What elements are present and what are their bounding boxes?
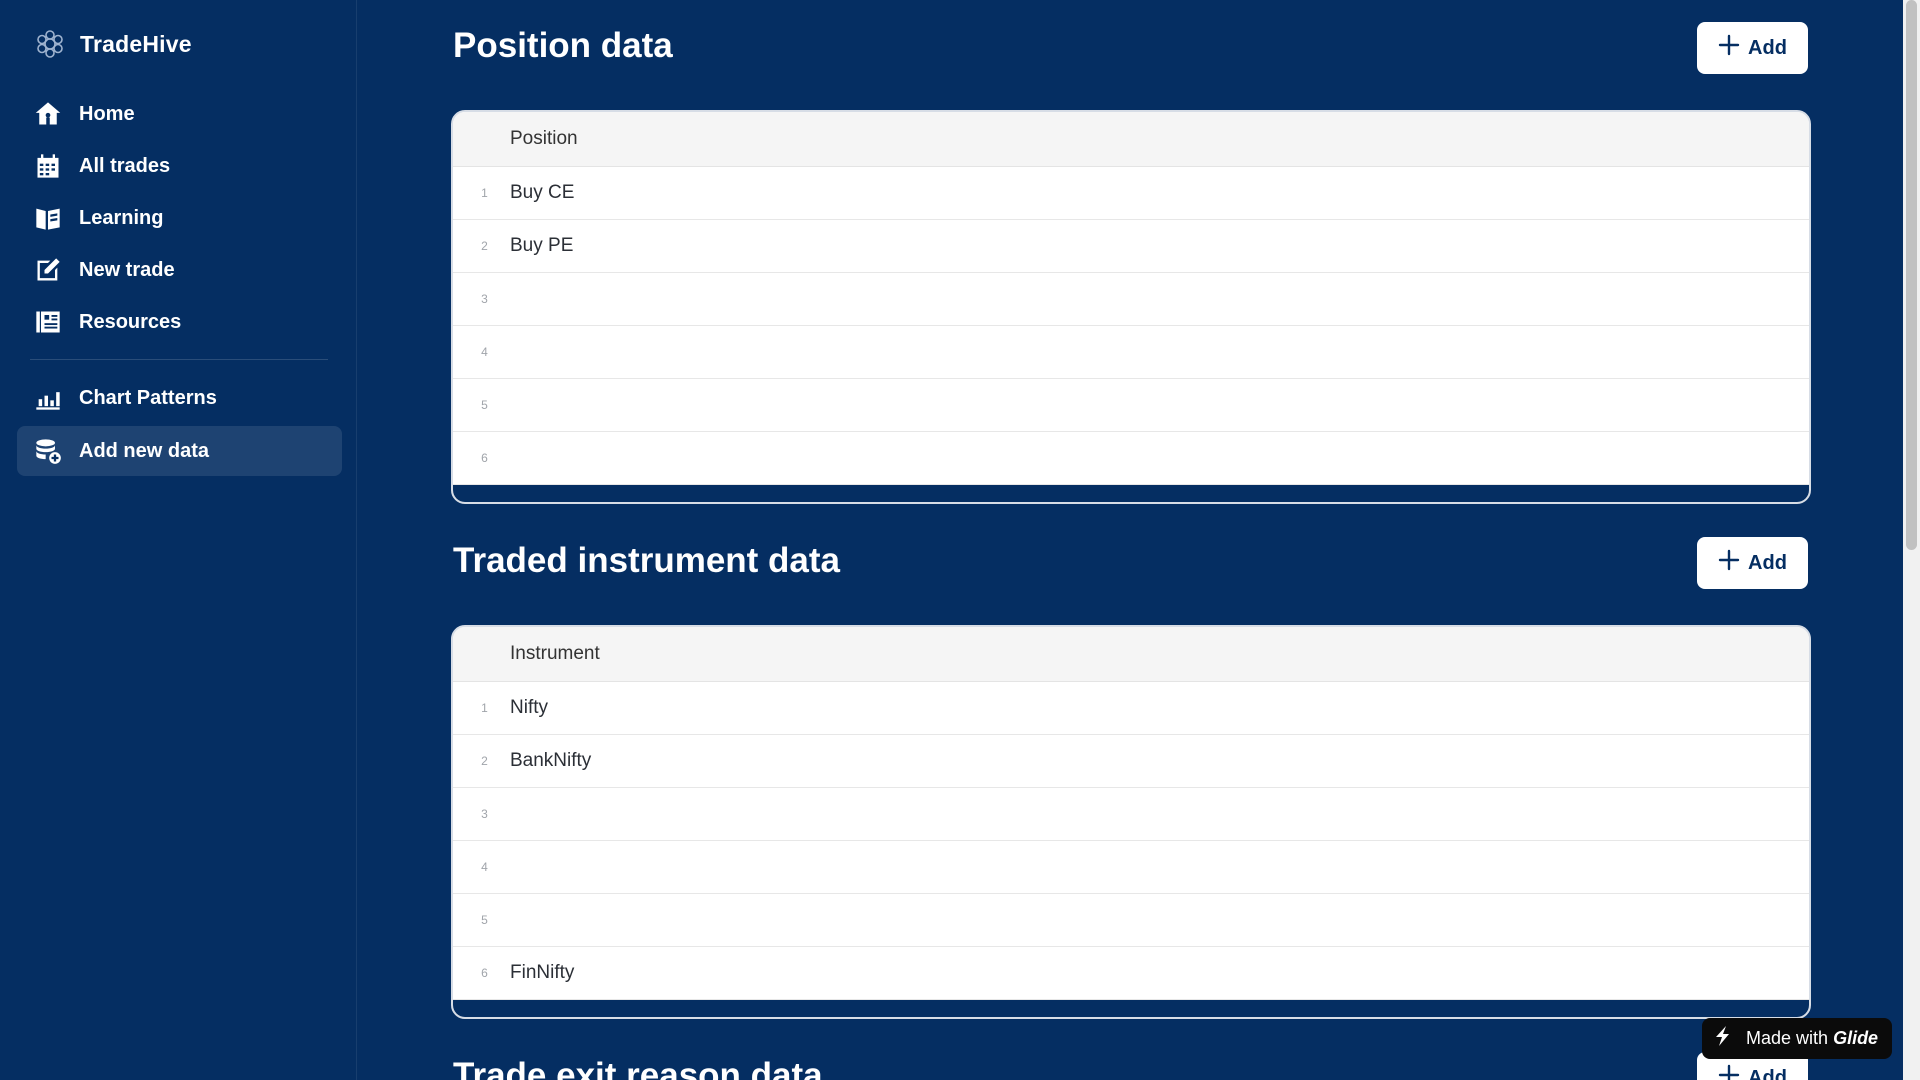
- scrollbar-thumb[interactable]: [1906, 0, 1917, 550]
- add-position-button[interactable]: Add: [1697, 22, 1808, 74]
- brand[interactable]: TradeHive: [34, 26, 192, 62]
- section-title-exit-reason: Trade exit reason data: [453, 1056, 823, 1080]
- sidebar-divider: [30, 359, 328, 360]
- plus-icon: [1718, 34, 1740, 62]
- plus-icon: [1718, 1064, 1740, 1080]
- glide-logo-icon: [1712, 1024, 1736, 1053]
- table-row[interactable]: 5: [453, 379, 1809, 432]
- sidebar-item-label: Home: [79, 102, 135, 125]
- row-number: 3: [481, 292, 488, 306]
- table-row[interactable]: 2 Buy PE: [453, 220, 1809, 273]
- sidebar-item-home[interactable]: Home: [17, 89, 342, 139]
- row-number: 1: [481, 701, 488, 715]
- column-header[interactable]: Instrument: [453, 627, 1809, 682]
- page-scrollbar[interactable]: [1903, 0, 1920, 1080]
- add-button-label: Add: [1748, 1066, 1787, 1080]
- row-number: 2: [481, 754, 488, 768]
- row-number: 4: [481, 345, 488, 359]
- row-number: 5: [481, 913, 488, 927]
- row-number: 2: [481, 239, 488, 253]
- book-icon: [33, 203, 63, 233]
- instrument-table: Instrument 1 Nifty 2 BankNifty 3 4 5 6 FinN…: [451, 625, 1811, 1019]
- row-number: 6: [481, 451, 488, 465]
- sidebar-item-label: Resources: [79, 310, 182, 333]
- cell-value: Nifty: [510, 697, 548, 718]
- add-button-label: Add: [1748, 551, 1787, 574]
- section-title-position: Position data: [453, 26, 673, 65]
- cell-value: Buy PE: [510, 235, 574, 256]
- table-row[interactable]: 3: [453, 788, 1809, 841]
- cell-value: BankNifty: [510, 750, 592, 771]
- sidebar-item-new-trade[interactable]: New trade: [17, 245, 342, 295]
- table-footer: [453, 485, 1809, 502]
- sidebar-item-label: Learning: [79, 206, 164, 229]
- cell-value: FinNifty: [510, 962, 575, 983]
- row-number: 4: [481, 860, 488, 874]
- calendar-icon: [33, 151, 63, 181]
- bar-chart-icon: [33, 383, 63, 413]
- add-instrument-button[interactable]: Add: [1697, 537, 1808, 589]
- plus-icon: [1718, 549, 1740, 577]
- newspaper-icon: [33, 307, 63, 337]
- row-number: 1: [481, 186, 488, 200]
- row-number: 6: [481, 966, 488, 980]
- table-row[interactable]: 6: [453, 432, 1809, 485]
- sidebar-item-chart-patterns[interactable]: Chart Patterns: [17, 373, 342, 423]
- cell-value: Buy CE: [510, 182, 575, 203]
- sidebar-item-all-trades[interactable]: All trades: [17, 141, 342, 191]
- badge-text: Made with Glide: [1746, 1028, 1879, 1048]
- sidebar-item-label: All trades: [79, 154, 171, 177]
- section-title-instrument: Traded instrument data: [453, 541, 841, 580]
- table-row[interactable]: 5: [453, 894, 1809, 947]
- table-row[interactable]: 1 Nifty: [453, 682, 1809, 735]
- sidebar-item-learning[interactable]: Learning: [17, 193, 342, 243]
- add-button-label: Add: [1748, 36, 1787, 59]
- position-table: Position 1 Buy CE 2 Buy PE 3 4 5 6: [451, 110, 1811, 504]
- made-with-glide-badge[interactable]: Made with Glide: [1702, 1018, 1892, 1059]
- table-row[interactable]: 1 Buy CE: [453, 167, 1809, 220]
- app-name: TradeHive: [80, 30, 192, 57]
- table-row[interactable]: 3: [453, 273, 1809, 326]
- sidebar-item-label: Chart Patterns: [79, 386, 217, 409]
- sidebar-item-label: Add new data: [79, 439, 210, 462]
- column-header[interactable]: Position: [453, 112, 1809, 167]
- table-row[interactable]: 4: [453, 326, 1809, 379]
- sidebar: TradeHive Home All trades Learning New t…: [0, 0, 357, 1080]
- tradehive-logo-icon: [34, 28, 66, 60]
- table-footer: [453, 1000, 1809, 1017]
- table-row[interactable]: 2 BankNifty: [453, 735, 1809, 788]
- row-number: 5: [481, 398, 488, 412]
- table-row[interactable]: 4: [453, 841, 1809, 894]
- sidebar-item-label: New trade: [79, 258, 175, 281]
- database-add-icon: [33, 436, 63, 466]
- home-icon: [33, 99, 63, 129]
- sidebar-item-add-new-data[interactable]: Add new data: [17, 426, 342, 476]
- row-number: 3: [481, 807, 488, 821]
- table-row[interactable]: 6 FinNifty: [453, 947, 1809, 1000]
- edit-icon: [33, 255, 63, 285]
- sidebar-item-resources[interactable]: Resources: [17, 297, 342, 347]
